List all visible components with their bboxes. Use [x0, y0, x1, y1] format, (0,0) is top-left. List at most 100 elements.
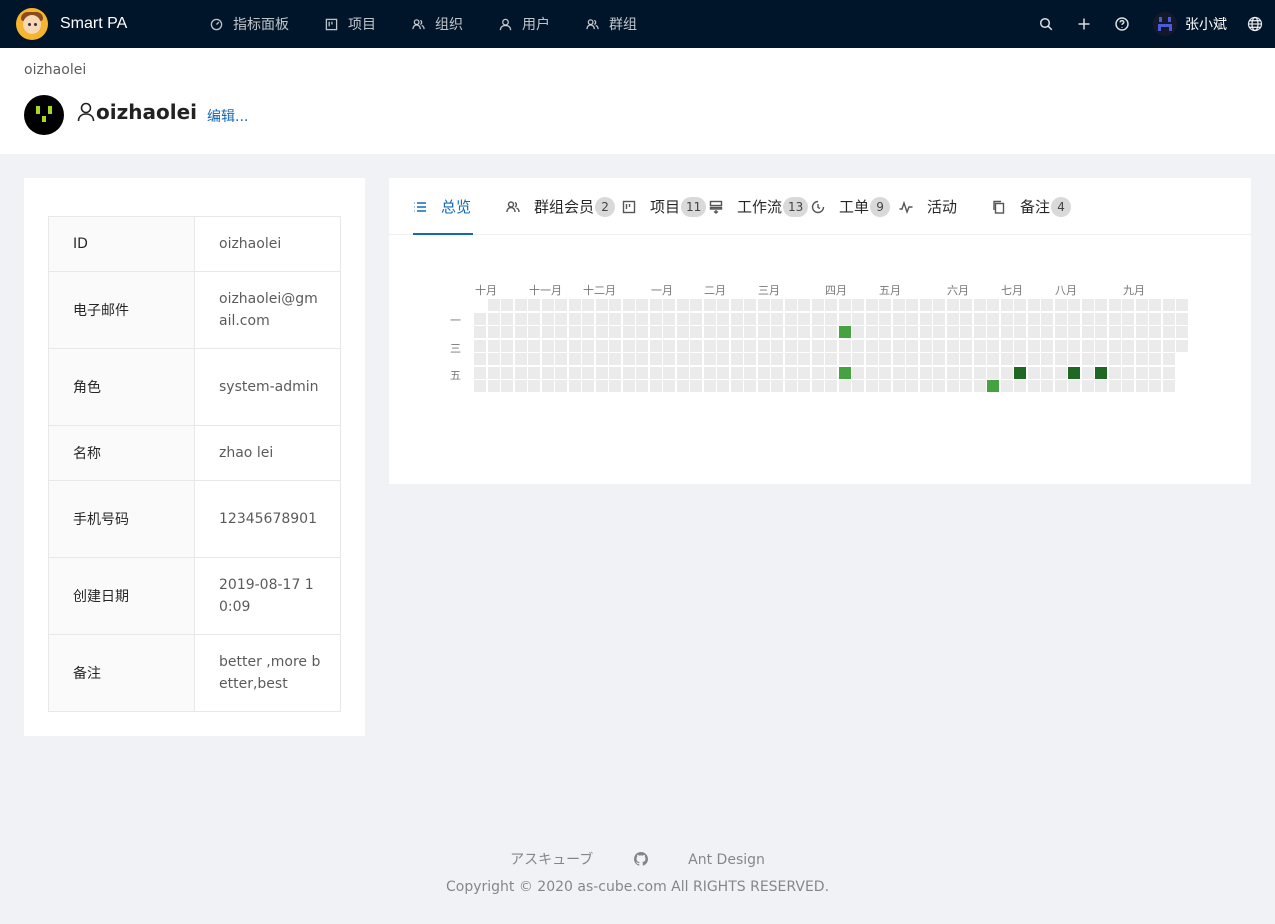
heatmap-cell[interactable]: [784, 380, 797, 392]
heatmap-cell[interactable]: [811, 366, 824, 379]
heatmap-cell[interactable]: [595, 326, 608, 338]
heatmap-cell[interactable]: [717, 299, 729, 311]
heatmap-cell[interactable]: [568, 353, 581, 365]
heatmap-cell[interactable]: [879, 339, 891, 352]
heatmap-cell[interactable]: [825, 353, 837, 365]
heatmap-cell[interactable]: [892, 312, 905, 325]
heatmap-cell[interactable]: [1095, 380, 1107, 392]
heatmap-cell[interactable]: [1176, 299, 1188, 311]
heatmap-cell[interactable]: [825, 339, 837, 352]
heatmap-cell[interactable]: [1135, 312, 1148, 325]
heatmap-cell[interactable]: [1095, 339, 1107, 352]
heatmap-cell[interactable]: [609, 312, 621, 325]
heatmap-cell[interactable]: [987, 366, 999, 379]
heatmap-cell[interactable]: [528, 366, 540, 379]
heatmap-cell[interactable]: [784, 299, 797, 311]
heatmap-cell[interactable]: [1000, 353, 1013, 365]
heatmap-cell[interactable]: [1095, 353, 1107, 365]
heatmap-cell[interactable]: [798, 312, 810, 325]
heatmap-cell[interactable]: [1054, 366, 1067, 379]
heatmap-cell[interactable]: [1014, 353, 1026, 365]
heatmap-cell[interactable]: [1149, 353, 1161, 365]
nav-item-dashboard[interactable]: 指标面板: [210, 0, 289, 48]
heatmap-cell[interactable]: [1000, 339, 1013, 352]
heatmap-cell[interactable]: [636, 299, 648, 311]
heatmap-cell[interactable]: [1054, 353, 1067, 365]
heatmap-cell[interactable]: [757, 353, 770, 365]
heatmap-cell[interactable]: [649, 339, 662, 352]
heatmap-cell[interactable]: [622, 326, 635, 338]
heatmap-cell[interactable]: [1135, 366, 1148, 379]
heatmap-cell[interactable]: [541, 299, 554, 311]
heatmap-cell[interactable]: [514, 326, 527, 338]
heatmap-cell[interactable]: [1000, 366, 1013, 379]
heatmap-cell[interactable]: [825, 380, 837, 392]
heatmap-cell[interactable]: [487, 339, 500, 352]
heatmap-cell[interactable]: [973, 353, 986, 365]
heatmap-cell[interactable]: [663, 353, 675, 365]
heatmap-cell[interactable]: [771, 299, 783, 311]
heatmap-cell[interactable]: [528, 299, 540, 311]
search-button[interactable]: [1027, 0, 1065, 48]
heatmap-cell[interactable]: [1176, 326, 1188, 338]
heatmap-cell[interactable]: [622, 380, 635, 392]
heatmap-cell[interactable]: [595, 312, 608, 325]
heatmap-cell[interactable]: [501, 339, 513, 352]
heatmap-cell[interactable]: [960, 326, 972, 338]
heatmap-cell[interactable]: [1027, 299, 1040, 311]
heatmap-cell[interactable]: [960, 353, 972, 365]
heatmap-cell[interactable]: [649, 366, 662, 379]
heatmap-cell[interactable]: [501, 312, 513, 325]
add-button[interactable]: [1065, 0, 1103, 48]
heatmap-cell[interactable]: [514, 366, 527, 379]
heatmap-cell[interactable]: [609, 339, 621, 352]
heatmap-cell[interactable]: [690, 339, 702, 352]
heatmap-cell[interactable]: [757, 326, 770, 338]
heatmap-cell[interactable]: [960, 299, 972, 311]
heatmap-cell[interactable]: [879, 366, 891, 379]
heatmap-cell[interactable]: [555, 326, 567, 338]
heatmap-cell[interactable]: [771, 366, 783, 379]
heatmap-cell[interactable]: [892, 326, 905, 338]
heatmap-cell[interactable]: [798, 353, 810, 365]
heatmap-cell[interactable]: [730, 299, 743, 311]
heatmap-cell[interactable]: [636, 353, 648, 365]
heatmap-cell[interactable]: [811, 380, 824, 392]
heatmap-cell[interactable]: [501, 353, 513, 365]
heatmap-cell[interactable]: [946, 353, 959, 365]
heatmap-cell[interactable]: [919, 326, 932, 338]
heatmap-cell[interactable]: [528, 339, 540, 352]
heatmap-cell[interactable]: [1041, 326, 1053, 338]
heatmap-cell[interactable]: [811, 339, 824, 352]
heatmap-cell[interactable]: [717, 380, 729, 392]
heatmap-cell[interactable]: [690, 312, 702, 325]
heatmap-cell[interactable]: [1162, 366, 1175, 379]
heatmap-cell[interactable]: [663, 380, 675, 392]
heatmap-cell[interactable]: [582, 326, 594, 338]
heatmap-cell[interactable]: [1000, 380, 1013, 392]
heatmap-cell[interactable]: [1068, 353, 1080, 365]
heatmap-cell[interactable]: [1041, 353, 1053, 365]
edit-link[interactable]: 编辑...: [207, 106, 248, 126]
heatmap-cell[interactable]: [892, 339, 905, 352]
heatmap-cell[interactable]: [474, 380, 486, 392]
heatmap-cell[interactable]: [703, 326, 716, 338]
heatmap-cell[interactable]: [960, 339, 972, 352]
heatmap-cell[interactable]: [852, 380, 864, 392]
brand[interactable]: Smart PA: [0, 8, 210, 40]
heatmap-cell[interactable]: [1014, 312, 1026, 325]
heatmap-cell[interactable]: [487, 312, 500, 325]
heatmap-cell[interactable]: [1000, 299, 1013, 311]
heatmap-cell[interactable]: [1014, 339, 1026, 352]
heatmap-cell[interactable]: [919, 312, 932, 325]
heatmap-cell[interactable]: [879, 380, 891, 392]
heatmap-cell[interactable]: [825, 326, 837, 338]
heatmap-cell[interactable]: [919, 299, 932, 311]
heatmap-cell[interactable]: [1014, 299, 1026, 311]
heatmap-cell[interactable]: [879, 326, 891, 338]
heatmap-cell[interactable]: [798, 366, 810, 379]
heatmap-cell[interactable]: [960, 380, 972, 392]
heatmap-cell[interactable]: [514, 299, 527, 311]
heatmap-cell[interactable]: [838, 380, 851, 392]
heatmap-cell[interactable]: [838, 299, 851, 311]
